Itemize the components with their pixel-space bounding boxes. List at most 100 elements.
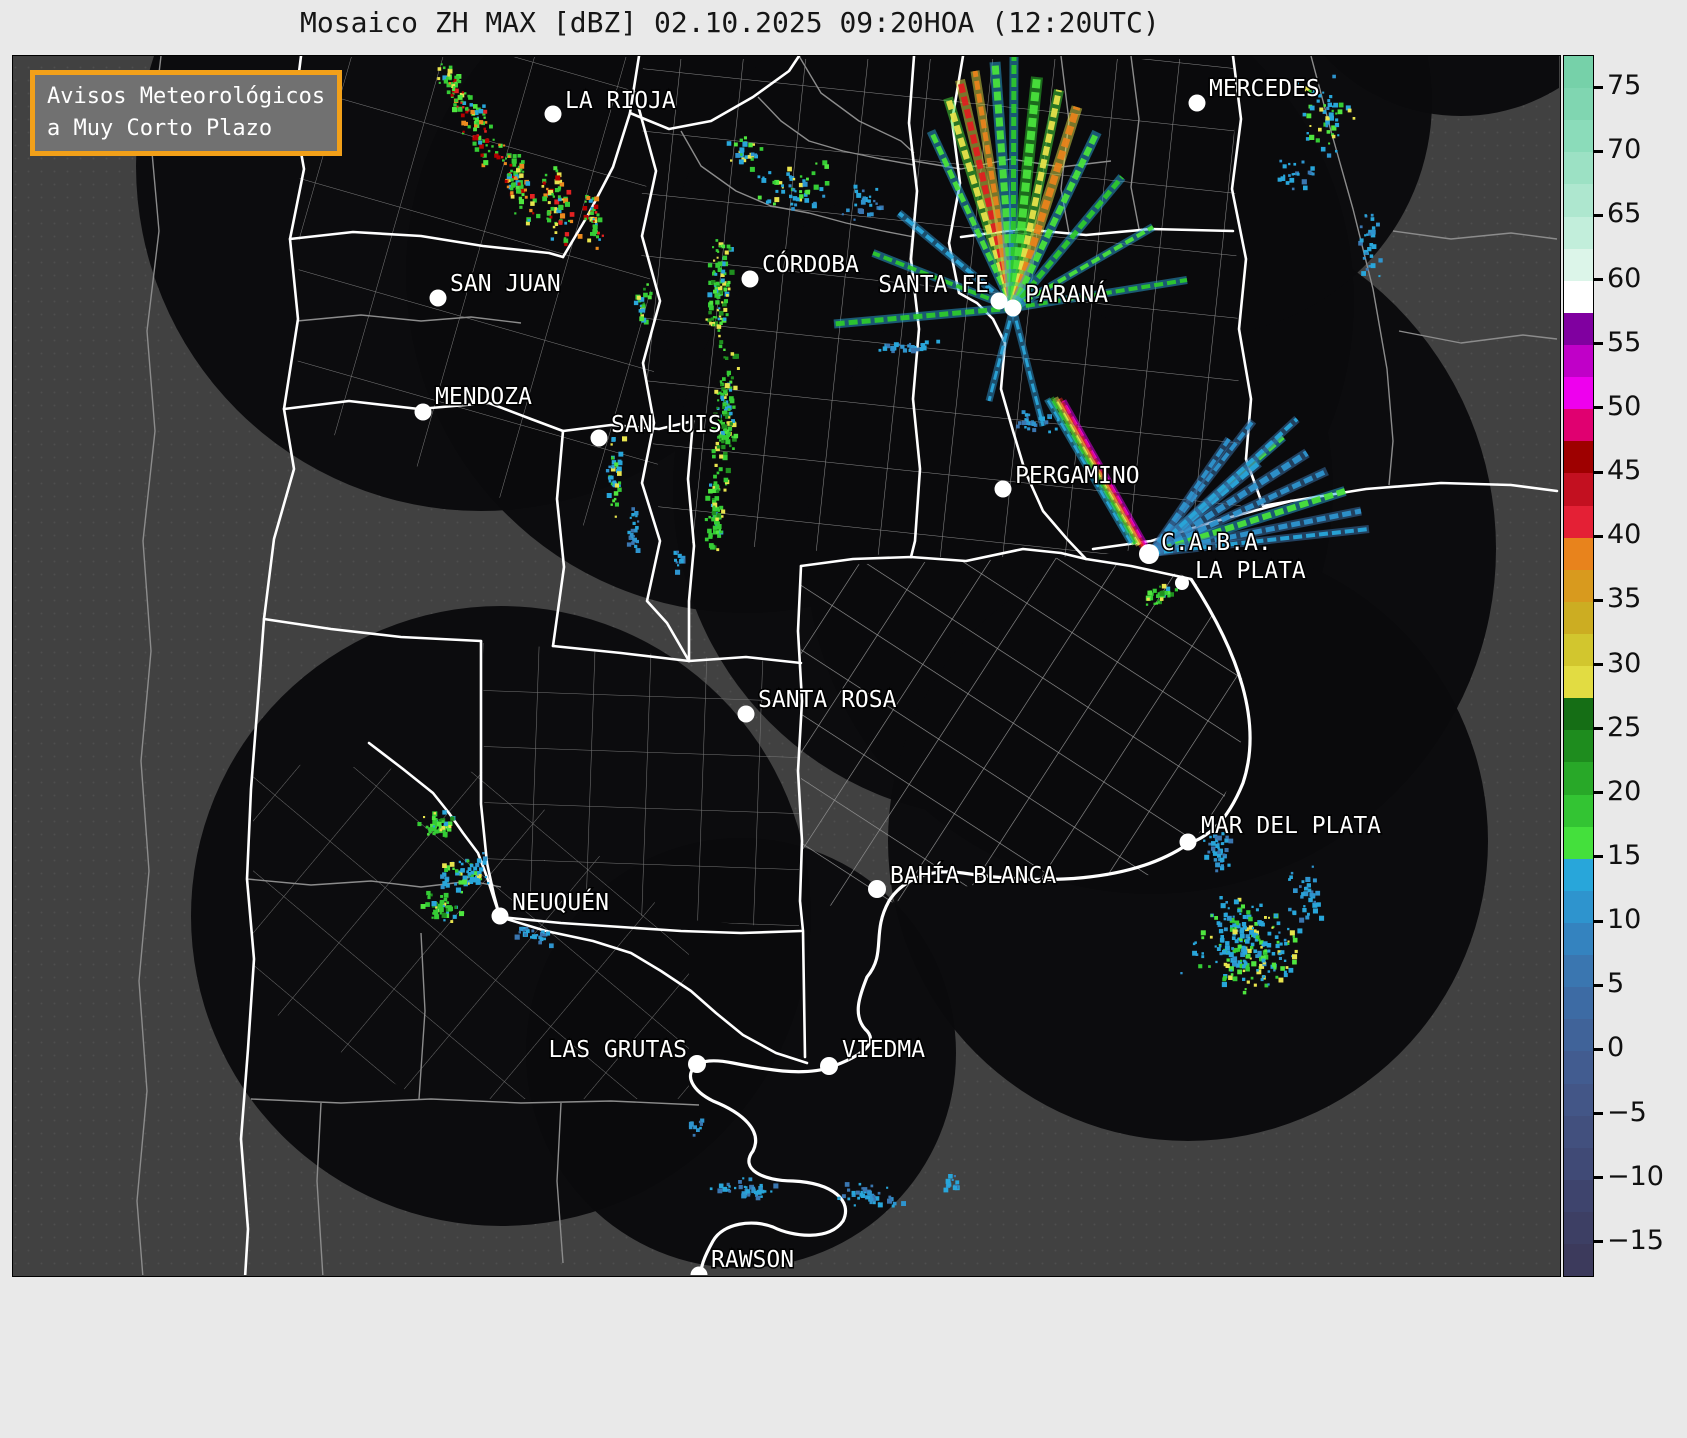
city-label: BAHÍA BLANCA — [890, 861, 1056, 889]
city-label: RAWSON — [711, 1247, 794, 1273]
colorbar-band — [1564, 280, 1593, 313]
city-label: SANTA FE — [878, 272, 989, 298]
colorbar-band — [1564, 569, 1593, 602]
city-label: SANTA ROSA — [758, 687, 897, 713]
colorbar-band — [1564, 409, 1593, 442]
city-marker — [1004, 299, 1022, 317]
colorbar-tick-label: −15 — [1607, 1224, 1664, 1256]
colorbar-tick — [1594, 1047, 1603, 1051]
colorbar-tick-label: 15 — [1607, 839, 1642, 871]
warning-line2: a Muy Corto Plazo — [47, 115, 273, 141]
colorbar-band — [1564, 1051, 1593, 1084]
colorbar-tick-label: 40 — [1607, 519, 1642, 551]
radar-map: LA RIOJA MERCEDES SAN JUAN CÓRDOBA SANTA FE P… — [12, 55, 1561, 1277]
city-label: MERCEDES — [1209, 76, 1320, 102]
colorbar-band — [1564, 152, 1593, 185]
colorbar-band — [1564, 120, 1593, 153]
city-marker — [741, 270, 759, 288]
colorbar-tick — [1594, 598, 1603, 602]
colorbar-tick-label: 60 — [1607, 262, 1642, 294]
city-marker — [737, 705, 755, 723]
colorbar-band — [1564, 377, 1593, 410]
colorbar-tick — [1594, 919, 1603, 923]
colorbar-tick — [1594, 1112, 1603, 1116]
colorbar-tick-label: 5 — [1607, 968, 1625, 1000]
radar-map-canvas: LA RIOJA MERCEDES SAN JUAN CÓRDOBA SANTA FE P… — [13, 56, 1559, 1275]
city-label: VIEDMA — [842, 1037, 925, 1063]
city-marker — [868, 880, 886, 898]
city-label: NEUQUÉN — [512, 888, 609, 916]
city-marker — [429, 289, 447, 307]
city-label: MENDOZA — [435, 384, 532, 410]
city-marker — [491, 907, 509, 925]
colorbar-tick-label: 25 — [1607, 711, 1642, 743]
warning-line1: Avisos Meteorológicos — [47, 84, 326, 109]
footer-logos: Servicio Meteorológico Nacional Argentin… — [0, 1277, 1687, 1438]
colorbar-tick-label: 10 — [1607, 904, 1642, 936]
colorbar-band — [1564, 698, 1593, 731]
colorbar-tick-label: 30 — [1607, 647, 1642, 679]
city-label: LA PLATA — [1195, 558, 1306, 584]
colorbar-band — [1564, 601, 1593, 634]
city-label: SAN JUAN — [450, 271, 561, 297]
colorbar-band — [1564, 473, 1593, 506]
colorbar-tick — [1594, 342, 1603, 346]
colorbar-band — [1564, 216, 1593, 249]
colorbar-tick — [1594, 85, 1603, 89]
colorbar-band — [1564, 344, 1593, 378]
colorbar-tick — [1594, 278, 1603, 282]
colorbar-band — [1564, 1083, 1593, 1116]
city-label: LA RIOJA — [565, 88, 676, 114]
colorbar-tick-label: 50 — [1607, 390, 1642, 422]
city-marker — [544, 105, 562, 123]
colorbar-band — [1564, 730, 1593, 763]
colorbar-band — [1564, 88, 1593, 121]
city-marker — [1175, 576, 1189, 590]
colorbar-band — [1564, 794, 1593, 827]
colorbar-band — [1564, 987, 1593, 1020]
city-label: MAR DEL PLATA — [1201, 813, 1381, 839]
colorbar-tick-label: 35 — [1607, 583, 1642, 615]
city-marker — [688, 1055, 706, 1073]
city-label: CÓRDOBA — [762, 250, 859, 278]
colorbar-band — [1564, 1147, 1593, 1180]
city-marker — [994, 480, 1012, 498]
city-label: PARANÁ — [1025, 280, 1108, 308]
colorbar-tick — [1594, 855, 1603, 859]
colorbar-band — [1564, 633, 1593, 667]
colorbar-band — [1564, 248, 1593, 281]
warning-overlay-box: Avisos Meteorológicos a Muy Corto Plazo — [30, 70, 343, 156]
colorbar-tick-label: 45 — [1607, 455, 1642, 487]
colorbar-band — [1564, 1211, 1593, 1245]
colorbar-band — [1564, 312, 1593, 345]
city-label: LAS GRUTAS — [549, 1037, 687, 1063]
colorbar-tick — [1594, 470, 1603, 474]
colorbar-tick-label: −10 — [1607, 1160, 1664, 1192]
radar-app-window: { "title": "Mosaico ZH MAX [dBZ] 02.10.2… — [0, 0, 1687, 1438]
city-marker — [820, 1057, 838, 1075]
city-label: PERGAMINO — [1015, 463, 1140, 489]
city-marker — [1188, 94, 1206, 112]
colorbar-band — [1564, 1019, 1593, 1052]
colorbar-tick — [1594, 213, 1603, 217]
colorbar-band — [1564, 890, 1593, 923]
colorbar-tick — [1594, 1240, 1603, 1244]
colorbar-band — [1564, 955, 1593, 988]
department-boundaries-mesh — [641, 59, 1241, 557]
colorbar-tick — [1594, 791, 1603, 795]
colorbar-tick-label: 55 — [1607, 326, 1642, 358]
colorbar-band — [1564, 505, 1593, 538]
colorbar-tick-label: 70 — [1607, 134, 1642, 166]
colorbar-band — [1564, 56, 1593, 89]
colorbar-band — [1564, 184, 1593, 217]
colorbar-band — [1564, 441, 1593, 474]
city-marker — [1179, 833, 1197, 851]
dbz-colorbar — [1563, 55, 1594, 1277]
city-marker — [414, 403, 432, 421]
colorbar-tick — [1594, 1176, 1603, 1180]
colorbar-tick-label: 20 — [1607, 775, 1642, 807]
colorbar-tick — [1594, 983, 1603, 987]
colorbar-band — [1564, 858, 1593, 891]
city-marker — [590, 429, 608, 447]
colorbar-band — [1564, 922, 1593, 956]
